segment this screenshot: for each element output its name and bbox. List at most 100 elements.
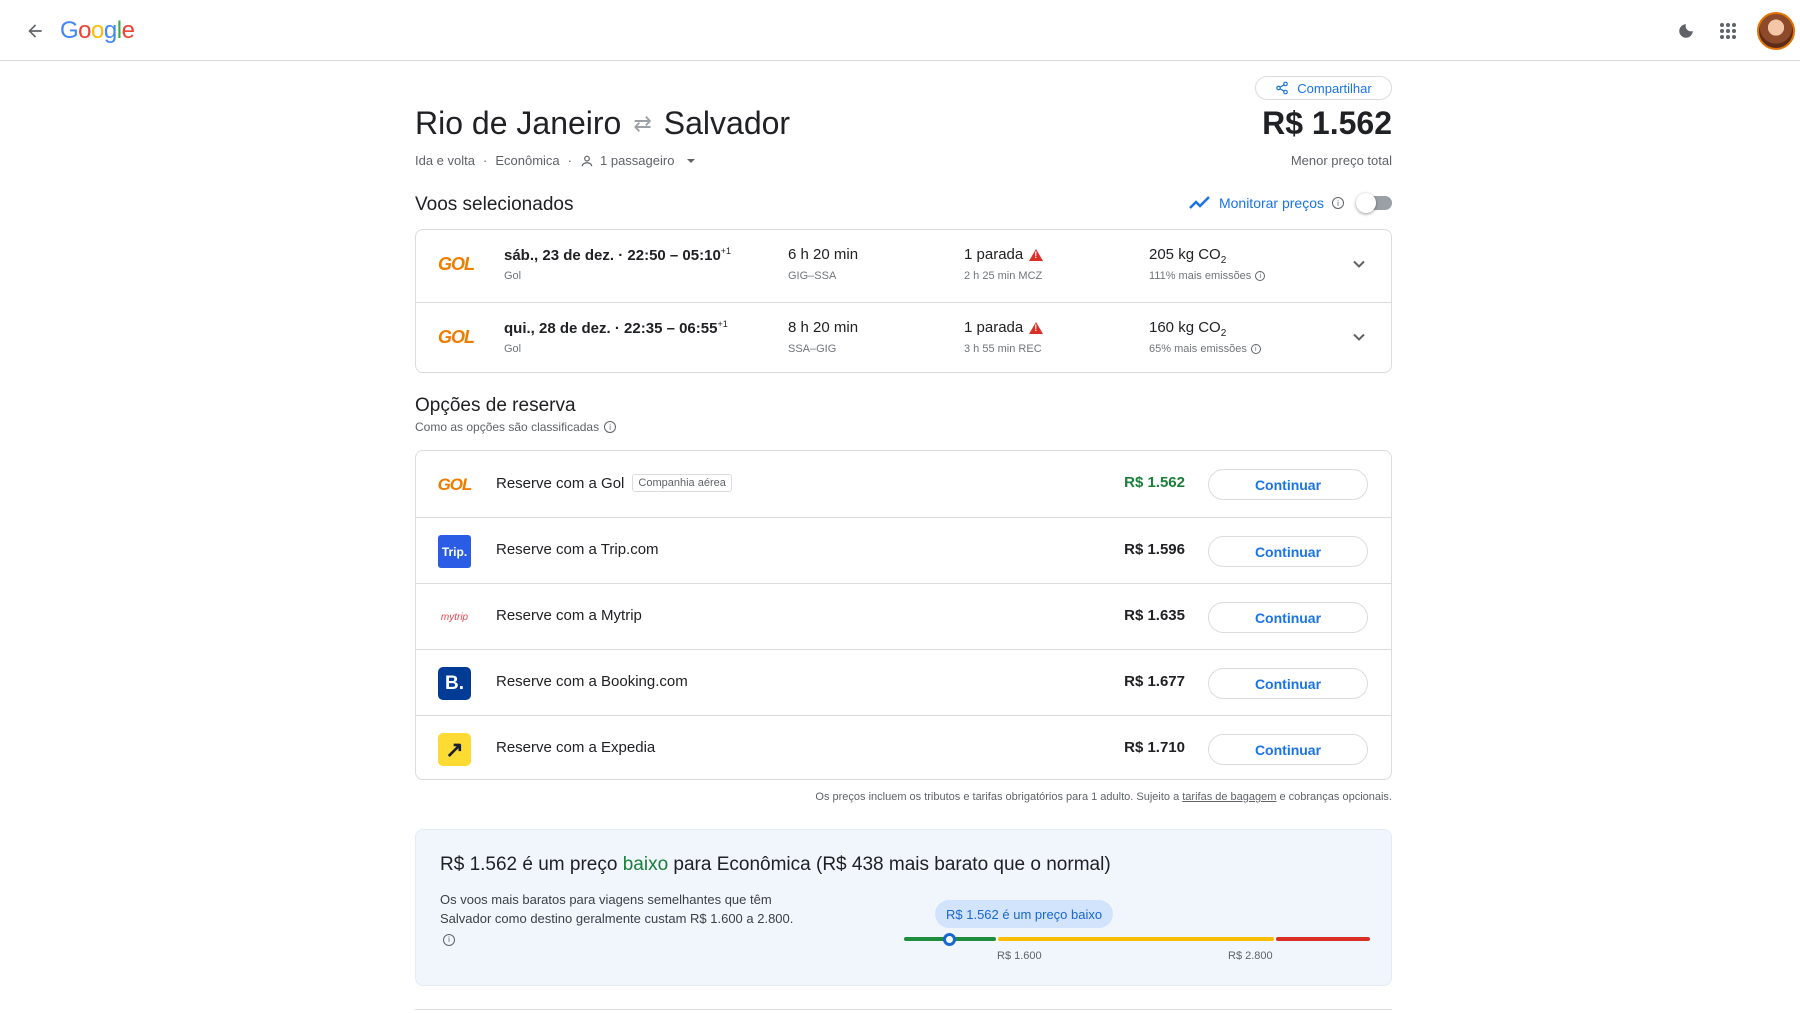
- logo-letter: o: [91, 17, 104, 44]
- booking-option-label: Reserve com a Mytrip: [496, 607, 642, 624]
- booking-provider-name: Reserve com a Mytrip: [496, 607, 642, 624]
- continue-button[interactable]: Continuar: [1208, 602, 1368, 633]
- trip-com-logo: Trip.: [438, 535, 471, 568]
- day-offset: +1: [720, 246, 732, 256]
- chevron-down-icon[interactable]: [1353, 258, 1365, 270]
- logo-letter: g: [103, 17, 117, 44]
- day-offset: +1: [717, 319, 728, 329]
- booking-price: R$ 1.596: [1124, 541, 1185, 558]
- co2-emissions: 160 kg CO2: [1149, 319, 1226, 339]
- continue-button[interactable]: Continuar: [1208, 469, 1368, 500]
- expedia-logo: ↗: [438, 733, 471, 766]
- baggage-fees-link[interactable]: tarifas de bagagem: [1182, 791, 1276, 803]
- apps-grid-icon[interactable]: [1714, 17, 1742, 45]
- booking-option-label: Reserve com a Booking.com: [496, 673, 688, 690]
- flight-stops: 1 parada: [964, 246, 1044, 263]
- separator-dot: ·: [483, 153, 488, 168]
- flight-route: GIG–SSA: [788, 270, 837, 282]
- flight-date: sáb., 23 de dez.: [504, 247, 615, 264]
- booking-provider-name: Reserve com a Booking.com: [496, 673, 688, 690]
- info-icon[interactable]: i: [443, 933, 455, 946]
- monitor-prices-label: Monitorar preços: [1218, 195, 1324, 211]
- typical-range-segment: [998, 937, 1274, 941]
- layover-info: 2 h 25 min MCZ: [964, 270, 1043, 282]
- round-trip-arrows-icon: ⇄: [633, 110, 652, 136]
- top-bar: Google: [0, 0, 1800, 61]
- price-disclaimer: Os preços incluem os tributos e tarifas …: [815, 791, 1392, 803]
- booking-price: R$ 1.635: [1124, 607, 1185, 624]
- layover-info: 3 h 55 min REC: [964, 343, 1042, 355]
- account-avatar[interactable]: [1757, 12, 1795, 50]
- ranking-explanation[interactable]: Como as opções são classificadas i: [415, 420, 617, 434]
- flight-duration: 8 h 20 min: [788, 319, 859, 336]
- google-logo[interactable]: Google: [60, 17, 135, 45]
- cabin-class: Econômica: [495, 153, 560, 168]
- departure-arrival: 22:50 – 05:10: [627, 247, 721, 264]
- separator-dot: ·: [567, 153, 572, 168]
- price-insight-description: Os voos mais baratos para viagens semelh…: [440, 890, 800, 947]
- mytrip-logo: mytrip: [440, 612, 469, 623]
- current-price-bubble: R$ 1.562 é um preço baixo: [935, 900, 1114, 928]
- back-arrow-icon[interactable]: [22, 18, 48, 44]
- gol-logo: GOL: [438, 327, 475, 347]
- flight-duration: 6 h 20 min: [788, 246, 859, 263]
- booking-price: R$ 1.562: [1124, 474, 1185, 491]
- person-icon: [581, 155, 593, 166]
- continue-button[interactable]: Continuar: [1208, 734, 1368, 765]
- trend-chart-icon: [1189, 196, 1210, 209]
- logo-letter: e: [121, 17, 135, 44]
- share-button[interactable]: Compartilhar: [1255, 76, 1392, 100]
- separator-dot: ·: [618, 247, 628, 264]
- passengers-selector[interactable]: 1 passageiro: [580, 153, 696, 168]
- disclaimer-text: Os preços incluem os tributos e tarifas …: [815, 791, 1183, 803]
- dark-mode-icon[interactable]: [1672, 17, 1700, 45]
- share-icon: [1276, 81, 1289, 95]
- booking-com-logo: B.: [438, 667, 471, 700]
- flight-times: sáb., 23 de dez. · 22:50 – 05:10+1: [504, 246, 731, 264]
- info-icon[interactable]: i: [1250, 344, 1261, 354]
- gol-logo: GOL: [438, 254, 475, 274]
- continue-button[interactable]: Continuar: [1208, 668, 1368, 699]
- price-range-gauge: R$ 1.562 é um preço baixo R$ 1.600 R$ 2.…: [904, 900, 1370, 970]
- high-range-segment: [1276, 937, 1370, 941]
- divider: [415, 1009, 1392, 1010]
- high-bound-label: R$ 2.800: [1228, 950, 1273, 962]
- price-insight-title: R$ 1.562 é um preço baixo para Econômica…: [440, 854, 1111, 876]
- booking-option-expedia: ↗ Reserve com a Expedia R$ 1.710 Continu…: [416, 715, 1391, 781]
- continue-button[interactable]: Continuar: [1208, 536, 1368, 567]
- price-tracking-toggle[interactable]: [1356, 193, 1392, 213]
- airline-tag: Companhia aérea: [632, 474, 732, 492]
- booking-price: R$ 1.677: [1124, 673, 1185, 690]
- dropdown-caret-icon: [687, 158, 696, 163]
- disclaimer-text-end: e cobranças opcionais.: [1276, 791, 1392, 803]
- insight-low-word: baixo: [622, 854, 669, 875]
- co2-value: 160 kg CO: [1149, 319, 1221, 336]
- chevron-down-icon[interactable]: [1353, 331, 1365, 343]
- flight-row[interactable]: GOL qui., 28 de dez. · 22:35 – 06:55+1 G…: [416, 302, 1391, 374]
- booking-options-card: GOL Reserve com a Gol Companhia aérea R$…: [415, 450, 1392, 780]
- co2-value: 205 kg CO: [1149, 246, 1221, 263]
- info-icon[interactable]: i: [1255, 271, 1266, 281]
- trip-meta: Ida e volta · Econômica · 1 passageiro: [415, 153, 696, 168]
- booking-provider-name: Reserve com a Expedia: [496, 739, 656, 756]
- passengers-label: 1 passageiro: [600, 153, 675, 168]
- departure-arrival: 22:35 – 06:55: [624, 320, 718, 337]
- co2-subscript: 2: [1220, 328, 1227, 339]
- logo-letter: o: [78, 17, 92, 44]
- low-bound-label: R$ 1.600: [997, 950, 1042, 962]
- price-insight-panel: R$ 1.562 é um preço baixo para Econômica…: [415, 829, 1392, 986]
- booking-option-label: Reserve com a Trip.com: [496, 541, 659, 558]
- flight-date: qui., 28 de dez.: [504, 320, 611, 337]
- booking-option-trip: Trip. Reserve com a Trip.com R$ 1.596 Co…: [416, 517, 1391, 583]
- info-icon[interactable]: i: [1332, 197, 1344, 209]
- emissions-comparison: 65% mais emissões i: [1149, 343, 1261, 355]
- flight-row[interactable]: GOL sáb., 23 de dez. · 22:50 – 05:10+1 G…: [416, 230, 1391, 302]
- booking-provider-name: Reserve com a Trip.com: [496, 541, 659, 558]
- flight-route: SSA–GIG: [788, 343, 837, 355]
- booking-provider-name: Reserve com a Gol: [496, 474, 625, 492]
- insight-title-post: para Econômica (R$ 438 mais barato que o…: [668, 854, 1111, 875]
- destination-city: Salvador: [663, 105, 791, 141]
- trip-type: Ida e volta: [415, 153, 475, 168]
- airline-name: Gol: [504, 343, 522, 355]
- price-tracking-control[interactable]: Monitorar preços i: [1189, 193, 1392, 213]
